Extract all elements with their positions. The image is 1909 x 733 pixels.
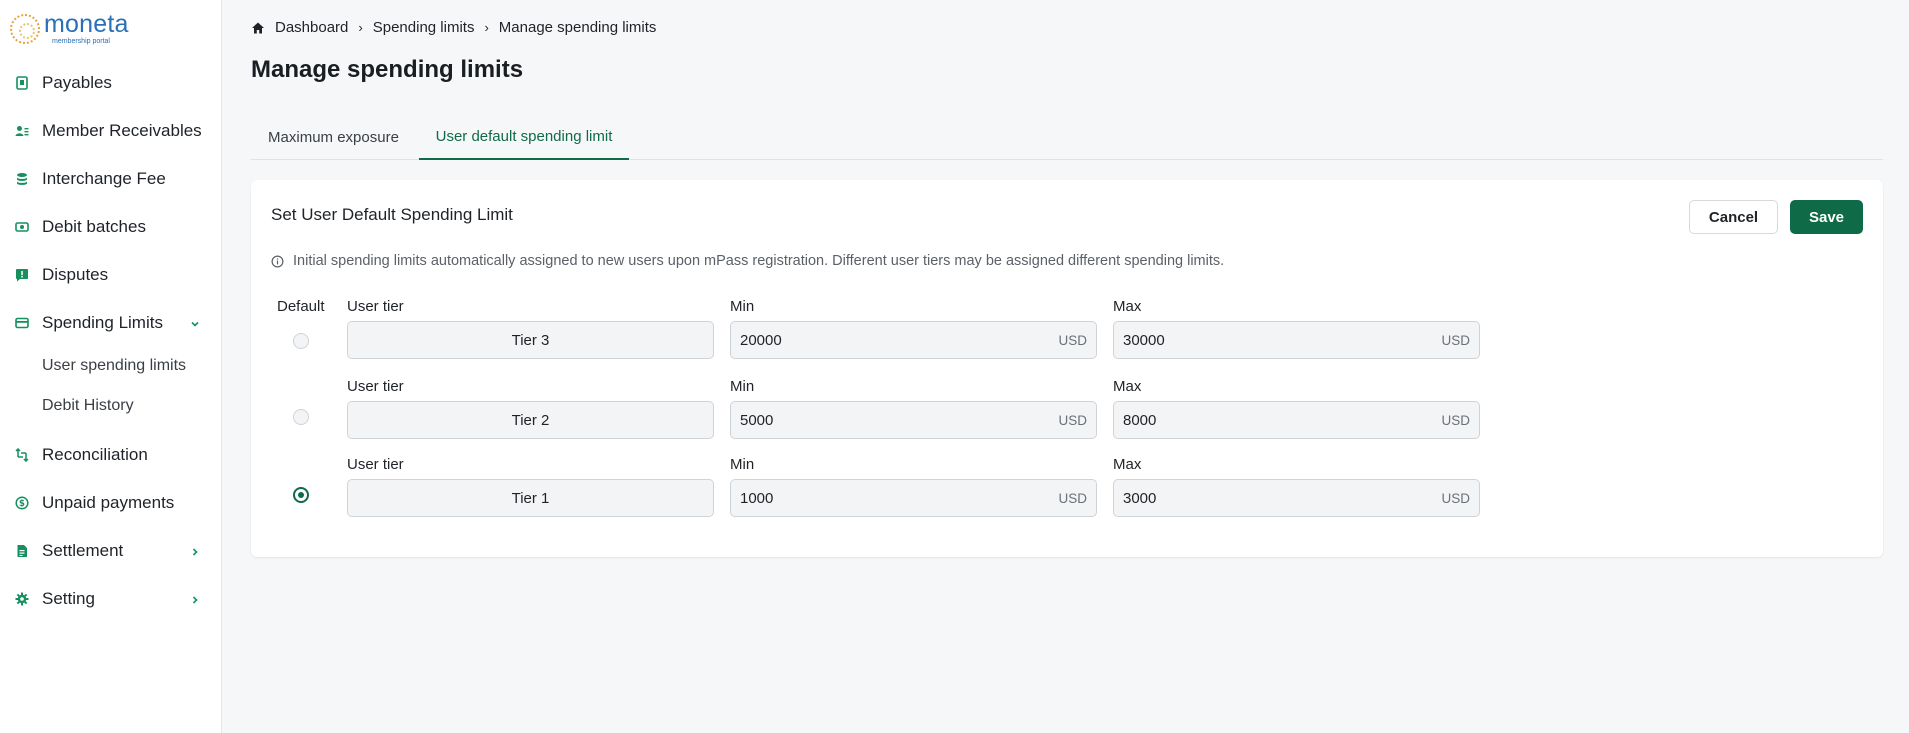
default-spending-limit-card: Set User Default Spending Limit Cancel S… — [251, 180, 1883, 557]
sidebar-item-unpaid-payments[interactable]: $ Unpaid payments — [0, 486, 222, 520]
sidebar-subitem-user-spending-limits[interactable]: User spending limits — [42, 357, 186, 375]
max-label: Max — [1113, 456, 1142, 473]
default-column-header: Default — [277, 298, 325, 315]
info-icon — [271, 255, 284, 267]
breadcrumb-spending-limits[interactable]: Spending limits — [373, 19, 475, 36]
max-value: 30000 — [1123, 332, 1165, 349]
sidebar-item-payables[interactable]: Payables — [0, 66, 222, 100]
alert-message-icon — [15, 268, 29, 282]
min-value: 20000 — [740, 332, 782, 349]
sidebar-item-label: Unpaid payments — [42, 493, 175, 512]
min-input[interactable]: 5000 USD — [730, 401, 1097, 439]
currency-unit: USD — [1441, 413, 1470, 428]
sidebar-item-label: Setting — [42, 589, 95, 608]
database-icon — [15, 172, 29, 186]
logo[interactable]: moneta membership portal — [10, 12, 129, 45]
default-radio-tier-3[interactable] — [293, 333, 309, 349]
currency-unit: USD — [1058, 491, 1087, 506]
sidebar-item-label: Reconciliation — [42, 445, 148, 464]
user-tier-label: User tier — [347, 456, 404, 473]
tab-user-default-spending-limit[interactable]: User default spending limit — [419, 114, 629, 160]
sidebar-item-interchange-fee[interactable]: Interchange Fee — [0, 162, 222, 196]
currency-unit: USD — [1058, 413, 1087, 428]
user-tier-select[interactable]: Tier 2 — [347, 401, 714, 439]
min-label: Min — [730, 378, 755, 395]
min-value: 5000 — [740, 412, 774, 429]
card-icon — [15, 316, 29, 330]
sidebar-item-label: Spending Limits — [42, 313, 163, 332]
user-tier-select[interactable]: Tier 3 — [347, 321, 714, 359]
save-button[interactable]: Save — [1790, 200, 1863, 234]
sidebar-item-spending-limits[interactable]: Spending Limits — [0, 306, 222, 340]
tab-bar: Maximum exposure User default spending l… — [251, 114, 1883, 160]
member-receivables-icon — [15, 124, 29, 138]
sidebar-item-label: Debit batches — [42, 217, 146, 236]
card-title: Set User Default Spending Limit — [271, 205, 513, 224]
max-value: 3000 — [1123, 490, 1157, 507]
chevron-right-icon: › — [484, 20, 489, 35]
sidebar-item-label: Interchange Fee — [42, 169, 166, 188]
sidebar-item-label: Disputes — [42, 265, 109, 284]
sidebar-item-label: Member Receivables — [42, 121, 202, 140]
page-title: Manage spending limits — [251, 56, 524, 83]
sidebar-item-setting[interactable]: Setting — [0, 582, 222, 616]
min-input[interactable]: 1000 USD — [730, 479, 1097, 517]
user-tier-label: User tier — [347, 378, 404, 395]
sidebar-item-disputes[interactable]: Disputes — [0, 258, 222, 292]
tab-maximum-exposure[interactable]: Maximum exposure — [251, 114, 416, 160]
chevron-right-icon[interactable] — [189, 593, 201, 605]
max-input[interactable]: 8000 USD — [1113, 401, 1480, 439]
info-text: Initial spending limits automatically as… — [293, 253, 1225, 269]
min-label: Min — [730, 298, 755, 315]
dollar-circle-icon: $ — [15, 496, 29, 510]
document-icon — [15, 544, 29, 558]
chevron-right-icon[interactable] — [189, 545, 201, 557]
breadcrumb: Dashboard › Spending limits › Manage spe… — [251, 19, 656, 36]
min-value: 1000 — [740, 490, 774, 507]
cancel-button[interactable]: Cancel — [1689, 200, 1778, 234]
sidebar-item-reconciliation[interactable]: Reconciliation — [0, 438, 222, 472]
home-icon[interactable] — [251, 21, 265, 35]
user-tier-label: User tier — [347, 298, 404, 315]
sidebar-item-debit-batches[interactable]: Debit batches — [0, 210, 222, 244]
logo-name: moneta — [44, 10, 129, 38]
max-label: Max — [1113, 298, 1142, 315]
logo-subtitle: membership portal — [52, 38, 110, 45]
chevron-right-icon: › — [358, 20, 363, 35]
cash-icon — [15, 220, 29, 234]
min-input[interactable]: 20000 USD — [730, 321, 1097, 359]
min-label: Min — [730, 456, 755, 473]
max-input[interactable]: 3000 USD — [1113, 479, 1480, 517]
sidebar-item-label: Payables — [42, 73, 112, 92]
max-input[interactable]: 30000 USD — [1113, 321, 1480, 359]
logo-mark-icon — [10, 13, 40, 44]
reconcile-icon — [15, 448, 29, 462]
max-value: 8000 — [1123, 412, 1157, 429]
default-radio-tier-2[interactable] — [293, 409, 309, 425]
default-radio-tier-1[interactable] — [293, 487, 309, 503]
svg-text:$: $ — [19, 499, 25, 509]
max-label: Max — [1113, 378, 1142, 395]
chevron-down-icon[interactable] — [189, 317, 201, 329]
sidebar-item-settlement[interactable]: Settlement — [0, 534, 222, 568]
sidebar-subitem-debit-history[interactable]: Debit History — [42, 397, 134, 415]
currency-unit: USD — [1058, 333, 1087, 348]
gear-icon — [15, 592, 29, 606]
breadcrumb-dashboard[interactable]: Dashboard — [275, 19, 348, 36]
sidebar: moneta membership portal Payables Member… — [0, 0, 222, 733]
user-tier-select[interactable]: Tier 1 — [347, 479, 714, 517]
sidebar-item-member-receivables[interactable]: Member Receivables — [0, 114, 222, 148]
sidebar-item-label: Settlement — [42, 541, 124, 560]
info-note: Initial spending limits automatically as… — [271, 253, 1224, 269]
payables-icon — [15, 76, 29, 90]
currency-unit: USD — [1441, 491, 1470, 506]
currency-unit: USD — [1441, 333, 1470, 348]
breadcrumb-current: Manage spending limits — [498, 19, 657, 36]
